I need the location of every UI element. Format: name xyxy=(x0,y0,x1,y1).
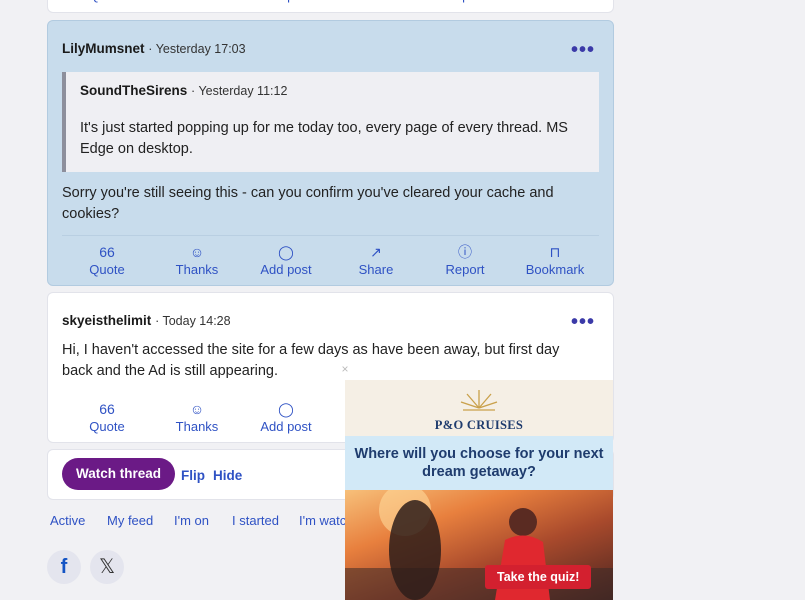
divider xyxy=(62,235,599,236)
tab-active[interactable]: Active xyxy=(50,513,85,528)
quote-time: · Yesterday 11:12 xyxy=(191,84,288,98)
quote-meta: SoundTheSirens · Yesterday 11:12 xyxy=(80,83,287,98)
share-button[interactable]: Share xyxy=(331,0,421,3)
share-button[interactable]: ↗ Share xyxy=(331,244,421,277)
post-author[interactable]: LilyMumsnet xyxy=(62,41,145,56)
facebook-share-button[interactable]: f xyxy=(47,550,81,584)
post-actions: 66 Quote ☺ Thanks ◯ Add post ↗ Share ⓘ R… xyxy=(62,244,599,288)
post-meta: skyeisthelimit · Today 14:28 xyxy=(62,313,231,328)
add-post-button[interactable]: ◯ Add post xyxy=(241,401,331,434)
post-card-lilymumsnet: LilyMumsnet · Yesterday 17:03 ••• SoundT… xyxy=(47,20,614,286)
bookmark-button[interactable]: ⊓ Bookmark xyxy=(510,244,600,277)
hide-link[interactable]: Hide xyxy=(213,468,242,483)
add-post-button[interactable]: ◯ Add post xyxy=(241,244,331,277)
thanks-button[interactable]: ☺ Thanks xyxy=(152,401,242,434)
post-time: · Today 14:28 xyxy=(155,314,231,328)
quote-author[interactable]: SoundTheSirens xyxy=(80,83,187,98)
quoted-post: SoundTheSirens · Yesterday 11:12 It's ju… xyxy=(62,72,599,172)
post-meta: LilyMumsnet · Yesterday 17:03 xyxy=(62,41,246,56)
thanks-button[interactable]: Thanks xyxy=(152,0,242,3)
quote-button[interactable]: Quote xyxy=(62,0,152,3)
report-button[interactable]: Report xyxy=(420,0,510,3)
post-text: Hi, I haven't accessed the site for a fe… xyxy=(62,342,560,379)
quote-button[interactable]: 66 Quote xyxy=(62,401,152,434)
more-options-icon[interactable]: ••• xyxy=(571,312,595,332)
facebook-icon: f xyxy=(60,556,68,578)
tab-my-feed[interactable]: My feed xyxy=(107,513,153,528)
report-icon: ⓘ xyxy=(458,244,472,260)
tab-im-on[interactable]: I'm on xyxy=(174,513,209,528)
add-post-button[interactable]: Add post xyxy=(241,0,331,3)
thanks-button[interactable]: ☺ Thanks xyxy=(152,244,242,277)
thanks-icon: ☺ xyxy=(189,244,205,260)
speech-bubble-icon: ◯ xyxy=(278,244,294,260)
watch-thread-button[interactable]: Watch thread xyxy=(62,458,176,490)
thanks-icon: ☺ xyxy=(189,401,205,417)
bookmark-button[interactable]: Bookmark xyxy=(510,0,600,3)
cruise-sun-logo-icon xyxy=(460,390,498,411)
speech-bubble-icon: ◯ xyxy=(278,401,294,417)
post-text: Sorry you're still seeing this - can you… xyxy=(62,185,554,222)
more-options-icon[interactable]: ••• xyxy=(571,40,595,60)
tab-i-started[interactable]: I started xyxy=(232,513,279,528)
quote-icon: 66 xyxy=(99,401,115,417)
post-time: · Yesterday 17:03 xyxy=(148,42,246,56)
share-icon: ↗ xyxy=(370,244,382,260)
flip-link[interactable]: Flip xyxy=(181,468,205,483)
quote-icon: 66 xyxy=(99,244,115,260)
post-card-previous: Quote Thanks Add post Share Report Bookm… xyxy=(47,0,614,13)
x-icon: 𝕏 xyxy=(98,556,116,578)
report-button[interactable]: ⓘ Report xyxy=(420,244,510,277)
ad-headline: Where will you choose for your next drea… xyxy=(354,446,604,480)
quote-text: It's just started popping up for me toda… xyxy=(80,120,568,157)
ad-brand: P&O CRUISES xyxy=(434,418,524,432)
quote-button[interactable]: 66 Quote xyxy=(62,244,152,277)
ad-close-icon[interactable]: × xyxy=(337,361,353,377)
advertisement[interactable]: P&O CRUISES Where will you choose for yo… xyxy=(345,380,613,600)
take-quiz-button[interactable]: Take the quiz! xyxy=(485,565,592,589)
tab-im-watching[interactable]: I'm watc xyxy=(299,513,346,528)
post-author[interactable]: skyeisthelimit xyxy=(62,313,151,328)
x-share-button[interactable]: 𝕏 xyxy=(90,550,124,584)
bookmark-icon: ⊓ xyxy=(549,244,561,260)
